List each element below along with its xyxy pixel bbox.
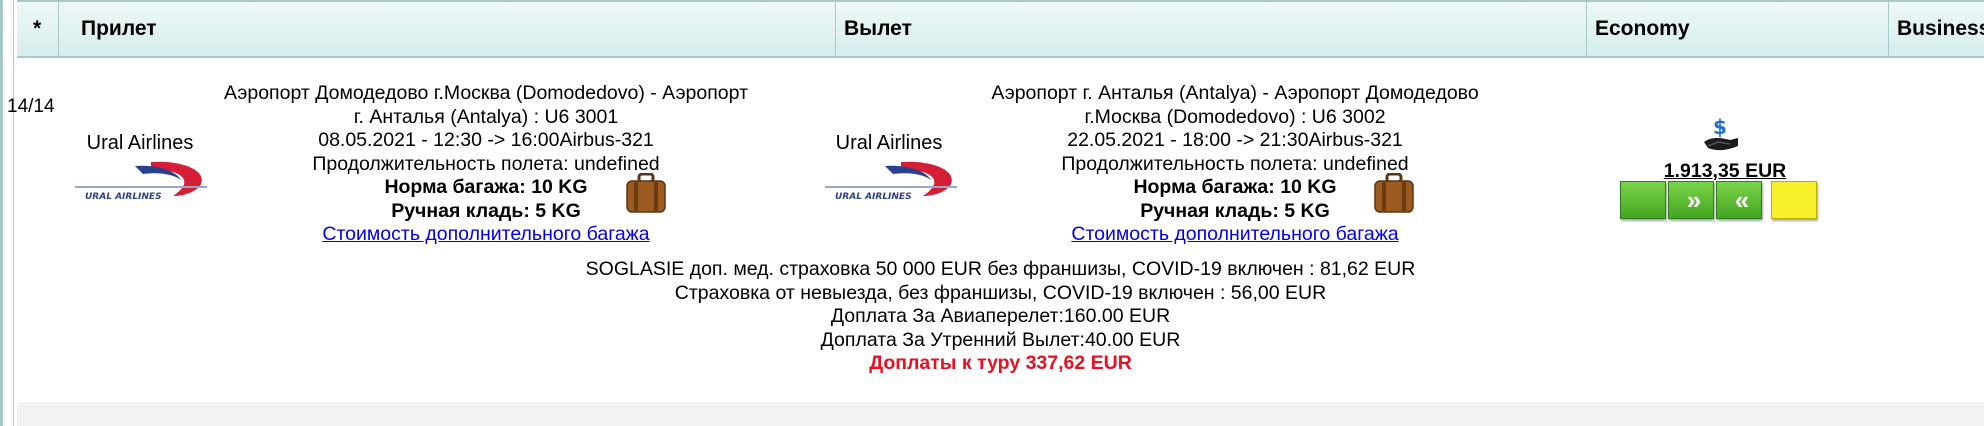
return-route-line2: г.Москва (Domodedovo) : U6 3002 [1084,105,1386,128]
money-hand-icon[interactable]: $ [1700,116,1742,154]
forward-arrows-icon: » [1686,184,1702,215]
extra-flight-surcharge: Доплата За Авиаперелет:160.00 EUR [830,305,1171,327]
ural-airlines-logo: URAL AIRLINES [825,161,957,202]
return-airline-name: Ural Airlines [835,132,943,154]
outbound-duration: Продолжительность полета: undefined [312,152,660,175]
yellow-button[interactable] [1771,181,1817,219]
select-button[interactable] [1620,181,1666,219]
ural-airlines-logo: URAL AIRLINES [75,161,207,202]
suitcase-icon [626,173,666,213]
return-baggage: Норма багажа: 10 KG [1133,176,1337,198]
return-extra-baggage-link[interactable]: Стоимость дополнительного багажа [961,223,1509,247]
svg-text:URAL AIRLINES: URAL AIRLINES [85,192,162,202]
outbound-hand-luggage: Ручная кладь: 5 KG [391,199,581,222]
outbound-baggage: Норма багажа: 10 KG [384,176,588,198]
table-header: * Прилет Вылет Economy Business [17,0,1984,58]
back-arrows-icon: « [1734,184,1750,215]
table-row-next [17,402,1984,426]
extras-total: Доплаты к туру 337,62 EUR [869,352,1132,374]
return-datetime: 22.05.2021 - 18:00 -> 21:30Airbus-321 [1067,129,1403,151]
row-index: 14/14 [7,96,55,117]
return-hand-luggage: Ручная кладь: 5 KG [1140,199,1330,222]
forward-arrows-button[interactable]: » [1668,181,1714,219]
return-flight-info: Аэропорт г. Анталья (Antalya) - Аэропорт… [961,82,1509,247]
outbound-route-line1: Аэропорт Домодедово г.Москва (Domodedovo… [223,82,749,104]
outbound-route-line2: г. Анталья (Antalya) : U6 3001 [353,105,619,128]
svg-text:$: $ [1713,116,1727,139]
header-departure: Вылет [836,2,1587,56]
return-duration: Продолжительность полета: undefined [1061,152,1409,175]
outbound-flight-info: Аэропорт Домодедово г.Москва (Domodedovo… [207,82,765,247]
outbound-extra-baggage-link[interactable]: Стоимость дополнительного багажа [207,223,765,247]
back-arrows-button[interactable]: « [1716,181,1762,219]
return-route-line1: Аэропорт г. Анталья (Antalya) - Аэропорт… [991,82,1479,104]
suitcase-icon [1374,173,1414,213]
header-business: Business [1897,17,1984,40]
outbound-datetime: 08.05.2021 - 12:30 -> 16:00Airbus-321 [318,129,654,151]
extra-morning-surcharge: Доплата За Утренний Вылет:40.00 EUR [820,328,1181,351]
tour-extras: SOGLASIE доп. мед. страховка 50 000 EUR … [17,258,1984,376]
header-arrival: Прилет [59,2,836,56]
extra-medical-insurance: SOGLASIE доп. мед. страховка 50 000 EUR … [585,258,1416,280]
header-star: * [17,2,59,56]
results-table: * Прилет Вылет Economy Business 14/14 Ur… [0,0,1984,426]
svg-text:URAL AIRLINES: URAL AIRLINES [835,192,912,202]
extra-cancel-insurance: Страховка от невыезда, без франшизы, COV… [674,281,1327,304]
economy-price[interactable]: 1.913,35 EUR [1625,160,1825,183]
header-economy: Economy [1587,2,1889,56]
